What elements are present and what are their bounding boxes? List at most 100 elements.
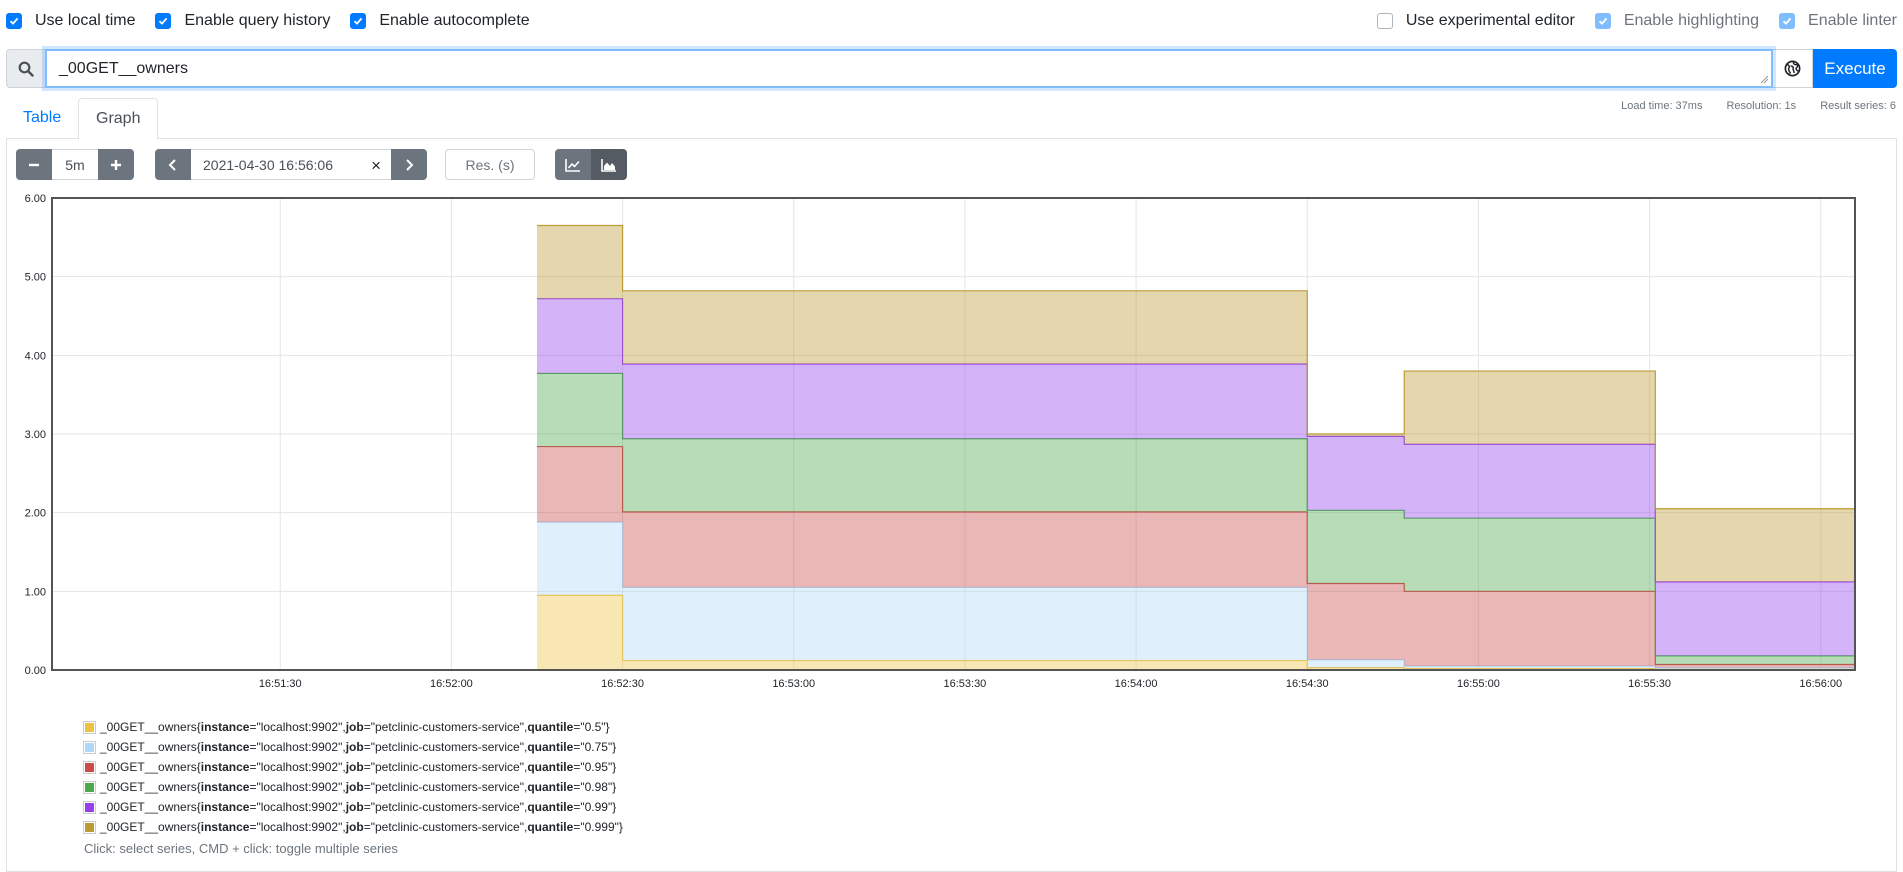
- legend-instance: "localhost:9902": [256, 740, 343, 754]
- panel-tabs: Table Graph: [6, 98, 1897, 140]
- result-series-stat: Result series: 6: [1820, 100, 1896, 112]
- enable-highlighting-checkbox[interactable]: Enable highlighting: [1594, 12, 1760, 30]
- legend-metric: _00GET__owners: [100, 740, 197, 754]
- legend-job: "petclinic-customers-service": [370, 820, 524, 834]
- range-input[interactable]: 5m: [52, 149, 98, 180]
- end-time-input[interactable]: 2021-04-30 16:56:06 ×: [191, 149, 391, 180]
- stacked-area-chart[interactable]: 0.00 1.00 2.00 3.00 4.00 5.00 6.00 16:51:30 16:5…: [0, 190, 1903, 690]
- end-time-controls: 2021-04-30 16:56:06 ×: [155, 149, 427, 180]
- x-tick-label: 16:55:00: [1457, 678, 1500, 690]
- resolution-input[interactable]: Res. (s): [445, 149, 535, 180]
- use-local-time-label: Use local time: [35, 12, 136, 29]
- legend-swatch: [83, 820, 96, 834]
- x-tick-label: 16:56:00: [1799, 678, 1842, 690]
- enable-linter-checkbox[interactable]: Enable linter: [1779, 12, 1897, 30]
- legend-metric: _00GET__owners: [100, 760, 197, 774]
- legend-instance: "localhost:9902": [256, 720, 343, 734]
- chevron-right-icon: [406, 158, 414, 171]
- y-tick-label: 6.00: [25, 193, 46, 205]
- legend-instance: "localhost:9902": [256, 760, 343, 774]
- x-tick-label: 16:53:00: [772, 678, 815, 690]
- checkbox-checked-icon: [350, 13, 367, 29]
- clear-end-time-icon[interactable]: ×: [371, 156, 381, 176]
- query-stats: Load time: 37ms Resolution: 1s Result se…: [1621, 100, 1896, 112]
- legend-instance: "localhost:9902": [256, 800, 343, 814]
- legend-swatch: [83, 720, 96, 734]
- globe-icon: [1784, 60, 1801, 77]
- legend-swatch: [83, 740, 96, 754]
- legend-job: "petclinic-customers-service": [370, 760, 524, 774]
- legend-quantile: "0.999": [580, 820, 619, 834]
- resolution-control: Res. (s): [445, 149, 535, 180]
- legend-item[interactable]: _00GET__owners{instance = "localhost:9902"…: [83, 777, 623, 797]
- x-tick-label: 16:52:30: [601, 678, 644, 690]
- enable-highlighting-label: Enable highlighting: [1623, 12, 1760, 29]
- legend-job: "petclinic-customers-service": [370, 720, 524, 734]
- plus-icon: [111, 159, 121, 170]
- x-tick-label: 16:55:30: [1628, 678, 1671, 690]
- decrease-range-button[interactable]: [16, 149, 52, 180]
- legend-job: "petclinic-customers-service": [370, 800, 524, 814]
- use-local-time-checkbox[interactable]: Use local time: [6, 12, 135, 30]
- x-tick-label: 16:53:30: [943, 678, 986, 690]
- checkbox-checked-icon: [155, 13, 172, 29]
- enable-query-history-label: Enable query history: [184, 12, 331, 29]
- checkbox-checked-icon: [6, 13, 22, 29]
- legend-item[interactable]: _00GET__owners{instance = "localhost:9902"…: [83, 717, 623, 737]
- legend-instance: "localhost:9902": [256, 780, 343, 794]
- query-bar: _00GET__owners Execute: [6, 49, 1897, 88]
- enable-autocomplete-checkbox[interactable]: Enable autocomplete: [350, 12, 530, 30]
- resize-grip-icon[interactable]: [1759, 74, 1769, 84]
- y-tick-label: 3.00: [25, 429, 46, 441]
- legend-swatch: [83, 760, 96, 774]
- minus-icon: [29, 163, 39, 166]
- search-icon: [6, 49, 45, 88]
- next-time-button[interactable]: [391, 149, 427, 180]
- use-experimental-editor-checkbox[interactable]: Use experimental editor: [1376, 12, 1575, 30]
- legend-hint: Click: select series, CMD + click: toggl…: [84, 841, 398, 856]
- y-tick-label: 4.00: [25, 350, 46, 362]
- chevron-left-icon: [168, 158, 176, 171]
- checkbox-checked-icon: [1779, 13, 1796, 29]
- increase-range-button[interactable]: [98, 149, 134, 180]
- legend-metric: _00GET__owners: [100, 800, 197, 814]
- checkbox-unchecked-icon: [1376, 13, 1393, 29]
- query-expression-text: _00GET__owners: [59, 60, 188, 77]
- query-options-right: Use experimental editor Enable highlight…: [1376, 9, 1903, 33]
- stacked-chart-button[interactable]: [591, 149, 627, 180]
- load-time-stat: Load time: 37ms: [1621, 100, 1703, 112]
- legend-metric: _00GET__owners: [100, 820, 197, 834]
- previous-time-button[interactable]: [155, 149, 191, 180]
- y-tick-label: 5.00: [25, 272, 46, 284]
- legend-item[interactable]: _00GET__owners{instance = "localhost:9902"…: [83, 737, 623, 757]
- area-chart-icon: [601, 158, 616, 172]
- use-experimental-editor-label: Use experimental editor: [1405, 12, 1575, 29]
- legend-job: "petclinic-customers-service": [370, 780, 524, 794]
- line-chart-icon: [565, 158, 580, 172]
- legend-metric: _00GET__owners: [100, 720, 197, 734]
- legend-swatch: [83, 800, 96, 814]
- metrics-explorer-button[interactable]: [1773, 49, 1813, 88]
- y-tick-label: 0.00: [25, 665, 46, 677]
- execute-button[interactable]: Execute: [1813, 49, 1897, 88]
- tab-table[interactable]: Table: [6, 98, 78, 139]
- legend-item[interactable]: _00GET__owners{instance = "localhost:9902"…: [83, 757, 623, 777]
- legend-item[interactable]: _00GET__owners{instance = "localhost:9902"…: [83, 797, 623, 817]
- legend-item[interactable]: _00GET__owners{instance = "localhost:9902"…: [83, 817, 623, 837]
- legend-metric: _00GET__owners: [100, 780, 197, 794]
- chart-type-toggle: [555, 149, 627, 180]
- range-controls: 5m: [16, 149, 134, 180]
- query-expression-input[interactable]: _00GET__owners: [45, 49, 1773, 88]
- series-legend: _00GET__owners{instance = "localhost:9902"…: [83, 717, 623, 837]
- x-tick-label: 16:52:00: [430, 678, 473, 690]
- enable-linter-label: Enable linter: [1808, 12, 1897, 29]
- tab-graph[interactable]: Graph: [78, 98, 159, 140]
- legend-swatch: [83, 780, 96, 794]
- enable-autocomplete-label: Enable autocomplete: [379, 12, 530, 29]
- enable-query-history-checkbox[interactable]: Enable query history: [155, 12, 330, 30]
- legend-job: "petclinic-customers-service": [370, 740, 524, 754]
- x-tick-label: 16:54:30: [1286, 678, 1329, 690]
- legend-quantile: "0.98": [580, 780, 613, 794]
- unstacked-chart-button[interactable]: [555, 149, 591, 180]
- query-options-left: Use local time Enable query history Enab…: [6, 9, 550, 33]
